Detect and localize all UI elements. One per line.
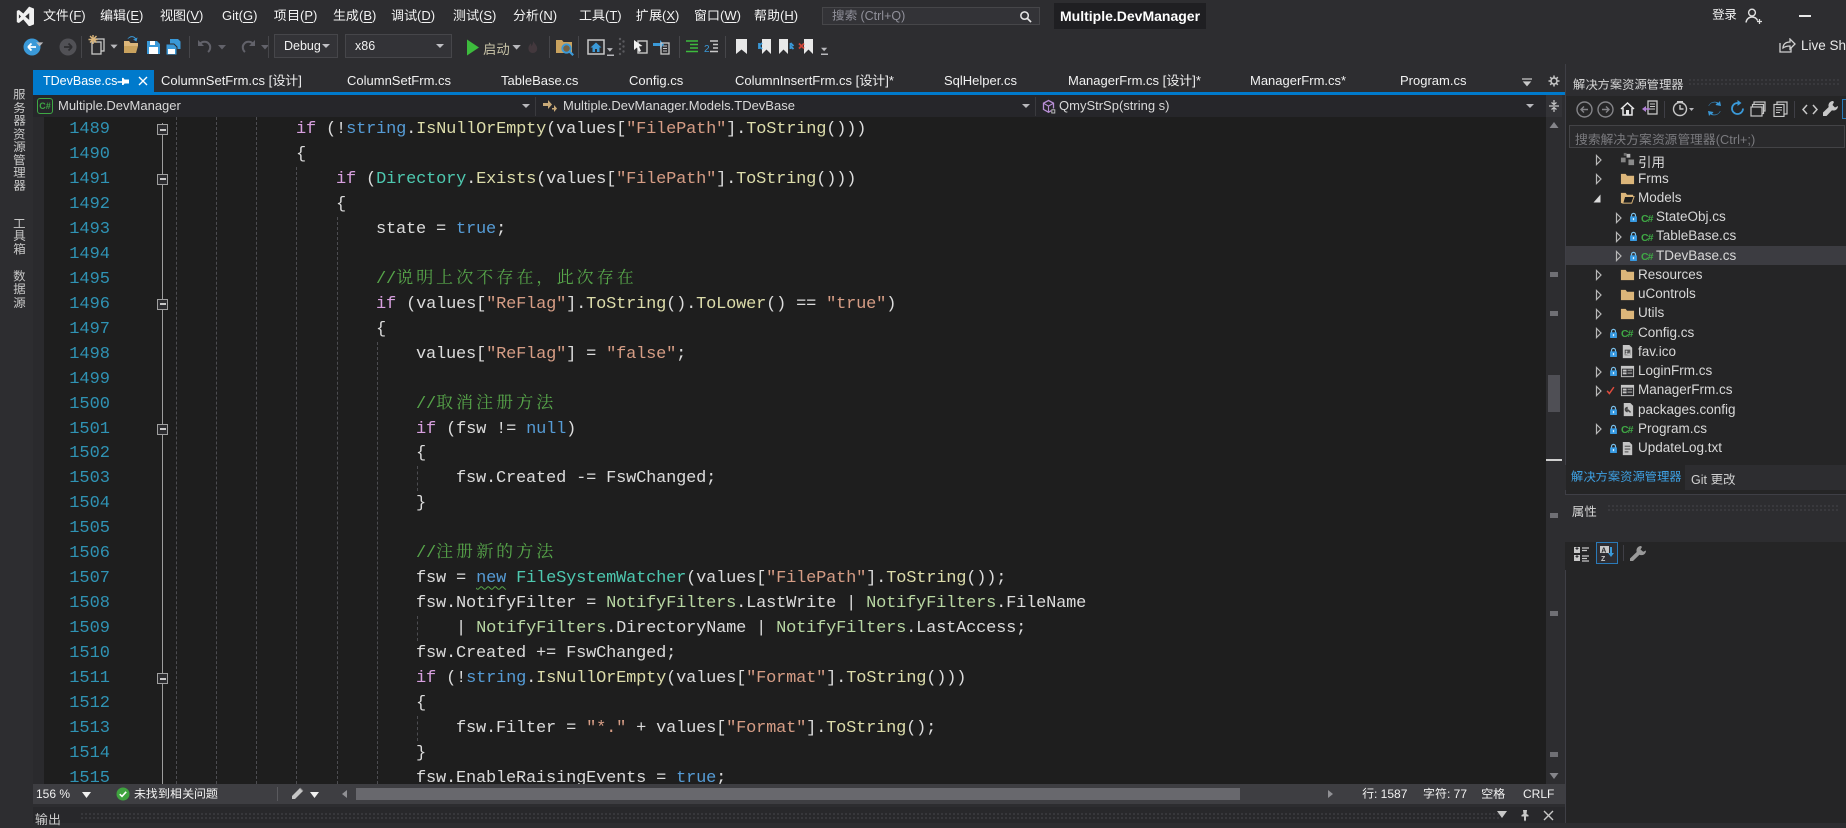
svg-text:2: 2 bbox=[704, 44, 710, 55]
svg-text:A: A bbox=[1601, 547, 1606, 554]
svg-text:Z: Z bbox=[1601, 556, 1606, 562]
